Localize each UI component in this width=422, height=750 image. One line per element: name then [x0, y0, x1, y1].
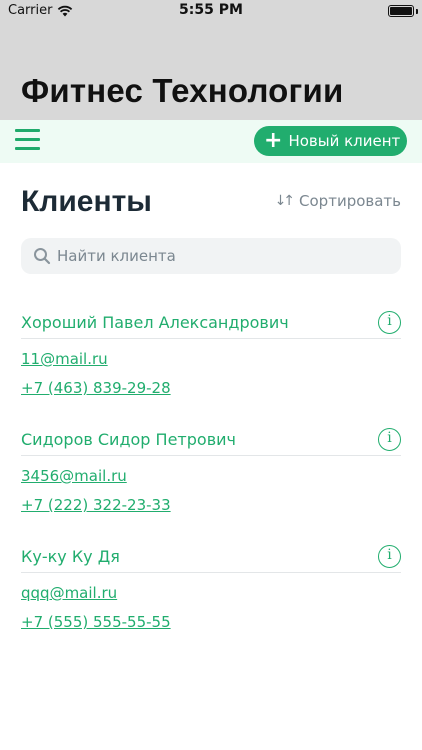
client-card: Сидоров Сидор Петрович i 3456@mail.ru +7… [21, 425, 401, 524]
app-header: Фитнес Технологии [0, 22, 422, 120]
status-time: 5:55 PM [179, 2, 243, 18]
plus-icon: + [264, 128, 283, 153]
new-client-button[interactable]: + Новый клиент [254, 126, 407, 156]
toolbar: + Новый клиент [0, 120, 422, 163]
info-icon[interactable]: i [378, 311, 401, 334]
sort-label: Сортировать [299, 192, 401, 210]
divider [21, 338, 401, 339]
client-name[interactable]: Хороший Павел Александрович [21, 308, 401, 338]
page-title: Клиенты [21, 185, 152, 218]
info-icon[interactable]: i [378, 545, 401, 568]
client-phone-link[interactable]: +7 (222) 322-23-33 [21, 495, 401, 524]
client-email-link[interactable]: qqq@mail.ru [21, 583, 401, 612]
sort-arrows-icon: ↓↑ [274, 193, 296, 209]
battery-icon [388, 5, 414, 17]
client-phone-link[interactable]: +7 (555) 555-55-55 [21, 612, 401, 641]
client-email-link[interactable]: 3456@mail.ru [21, 466, 401, 495]
search-bar [21, 238, 401, 274]
info-icon[interactable]: i [378, 428, 401, 451]
divider [21, 572, 401, 573]
client-name[interactable]: Ку-ку Ку Дя [21, 542, 401, 572]
client-email-link[interactable]: 11@mail.ru [21, 349, 401, 378]
battery-cap [416, 9, 418, 14]
client-phone-link[interactable]: +7 (463) 839-29-28 [21, 378, 401, 407]
divider [21, 455, 401, 456]
app-title: Фитнес Технологии [21, 72, 344, 109]
client-name[interactable]: Сидоров Сидор Петрович [21, 425, 401, 455]
client-card: Хороший Павел Александрович i 11@mail.ru… [21, 308, 401, 407]
status-bar: Carrier 5:55 PM [0, 0, 422, 22]
search-icon [34, 248, 51, 265]
hamburger-menu-icon[interactable] [15, 129, 41, 153]
search-input[interactable] [57, 247, 387, 265]
client-card: Ку-ку Ку Дя i qqq@mail.ru +7 (555) 555-5… [21, 542, 401, 641]
sort-button[interactable]: ↓↑ Сортировать [275, 192, 401, 210]
new-client-label: Новый клиент [288, 132, 401, 150]
